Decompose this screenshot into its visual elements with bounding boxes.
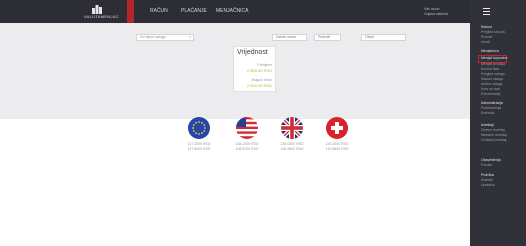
gbp-rates: 136.0200 RSD 136.9800 RSD — [275, 142, 309, 152]
chf-rates: 120.2000 RSD 120.8600 RSD — [320, 142, 354, 152]
sidebar-item[interactable]: Pregled naloga — [481, 72, 505, 76]
sidebar-item[interactable]: Menjač prodaja — [481, 62, 505, 66]
swiss-flag-icon[interactable] — [326, 117, 348, 139]
sidebar-item[interactable]: Dnevni izveštaj — [481, 128, 505, 132]
sidebar-item[interactable]: Pregled računa — [481, 30, 505, 34]
sidebar-item[interactable]: Promet — [481, 35, 492, 39]
logo-icon — [92, 5, 102, 14]
brand-name: VALUTAMENJAC — [84, 14, 120, 19]
sidebar-item-active[interactable]: Menjač kupovina — [481, 56, 507, 60]
received-value: 2.500.00 RSD — [246, 68, 272, 73]
eur-sell: 117.8000 RSD — [187, 147, 211, 151]
sidebar-item[interactable]: Korisnici — [481, 111, 494, 115]
sidebar-item[interactable]: Kursna lista — [481, 67, 499, 71]
sidebar-item[interactable]: Statusi naloga — [481, 77, 503, 81]
sidebar-section-obavestenja[interactable]: Obaveštenja — [481, 158, 501, 162]
sidebar-item[interactable]: Preuzimanje — [481, 92, 500, 96]
chf-sell: 120.8600 RSD — [325, 147, 349, 151]
eur-rates: 117.2000 RSD 117.8000 RSD — [182, 142, 216, 152]
sidebar-item[interactable]: Godišnji izveštaj — [481, 138, 506, 142]
eu-flag-icon[interactable] — [188, 117, 210, 139]
date-range-button[interactable]: Datum od/do — [272, 34, 307, 41]
sidebar-item[interactable]: Kontakt — [481, 178, 493, 182]
uk-flag-icon[interactable] — [281, 117, 303, 139]
nav-placanje[interactable]: PLAĆANJE — [181, 0, 207, 23]
value-card-title: Vrijednost — [237, 49, 268, 56]
us-flag-icon[interactable] — [236, 117, 258, 139]
search-button[interactable]: Pretraži — [314, 34, 341, 41]
sidebar-item[interactable]: Izvodi — [481, 40, 490, 44]
brand-accent-bar — [127, 0, 134, 23]
sidebar-item[interactable]: Poruke — [481, 163, 492, 167]
menu-icon[interactable] — [483, 8, 490, 17]
sidebar-section-administracija[interactable]: Administracija — [481, 101, 503, 105]
possible-label: Mogući iznos — [251, 78, 272, 82]
chevron-down-icon: ▾ — [189, 35, 191, 39]
sidebar-item[interactable]: Mesečni izveštaj — [481, 133, 507, 137]
sidebar-item[interactable]: Arhiva naloga — [481, 82, 502, 86]
brand-logo[interactable]: VALUTAMENJAC — [84, 4, 126, 20]
sidebar-item[interactable]: Podešavanja — [481, 106, 501, 110]
sidebar-section-racuni[interactable]: Računi — [481, 25, 492, 29]
possible-value: 2.500.00 RSD — [246, 83, 272, 88]
sidebar-section-izvestaji[interactable]: Izveštaji — [481, 123, 494, 127]
account-info[interactable]: Vaš račun Odjava sistema — [424, 7, 448, 16]
account-line-2: Odjava sistema — [424, 11, 449, 16]
nav-racun[interactable]: RAČUN — [150, 0, 168, 23]
received-label: Primljeno — [257, 63, 272, 67]
sidebar-item[interactable]: Uputstvo — [481, 183, 495, 187]
sidebar — [470, 0, 526, 246]
order-type-select-value: Svi tipovi naloga — [140, 35, 166, 39]
sidebar-section-menjacnica[interactable]: Menjačnica — [481, 49, 499, 53]
clear-button[interactable]: Očisti — [361, 34, 406, 41]
sidebar-item[interactable]: Kurs na dan — [481, 87, 500, 91]
sidebar-section-podrska[interactable]: Podrška — [481, 173, 494, 177]
order-type-select[interactable]: Svi tipovi naloga ▾ — [136, 34, 194, 41]
gbp-sell: 136.9800 RSD — [280, 147, 304, 151]
usd-rates: 108.2300 RSD 108.8700 RSD — [230, 142, 264, 152]
value-card: Vrijednost Primljeno 2.500.00 RSD Mogući… — [233, 46, 276, 92]
nav-menjacnica[interactable]: MENJAČNICA — [216, 0, 249, 23]
usd-sell: 108.8700 RSD — [235, 147, 259, 151]
